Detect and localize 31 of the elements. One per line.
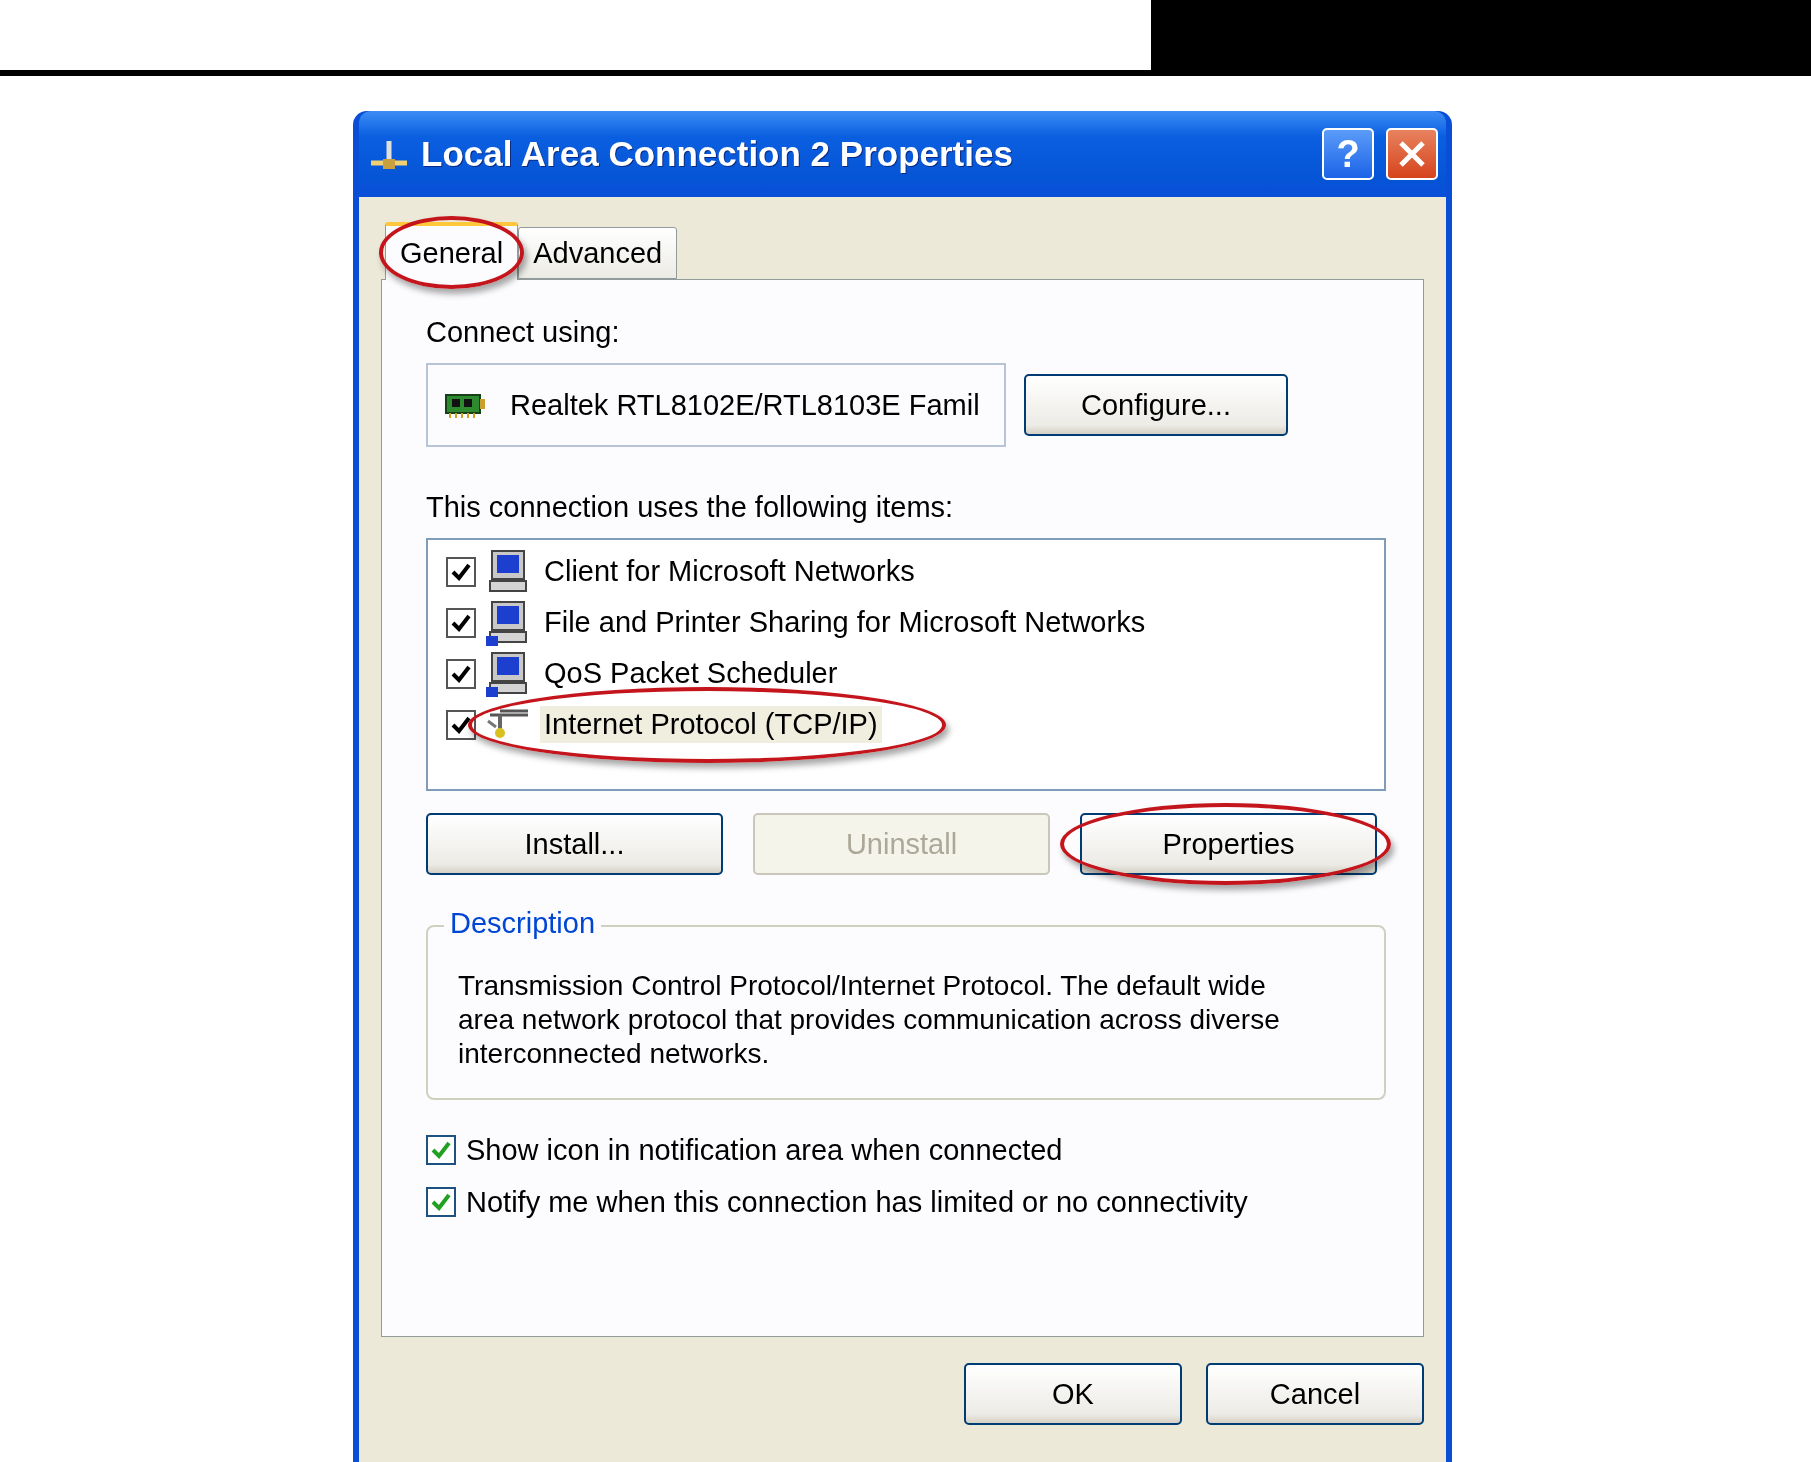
- tab[interactable]: General: [385, 222, 519, 280]
- action-button[interactable]: Install...: [426, 813, 723, 875]
- dialog-button[interactable]: Cancel: [1206, 1363, 1424, 1425]
- checkbox[interactable]: [426, 1135, 456, 1165]
- dialog-button[interactable]: OK: [964, 1363, 1182, 1425]
- computer-icon: [486, 599, 530, 646]
- items-label: This connection uses the following items:: [426, 491, 955, 524]
- tab[interactable]: Advanced: [518, 227, 678, 279]
- description-text: Transmission Control Protocol/Internet Protocol. The default wide area network protocol that provides communication across diverse interconnected networks.: [458, 969, 1281, 1071]
- computer-icon: [486, 548, 530, 595]
- list-item[interactable]: Internet Protocol (TCP/IP): [540, 706, 882, 743]
- checkbox[interactable]: [446, 658, 476, 689]
- checkbox[interactable]: [446, 556, 476, 587]
- list-item[interactable]: QoS Packet Scheduler: [540, 655, 842, 692]
- checkbox[interactable]: [426, 1187, 456, 1217]
- option-label: Show icon in notification area when connected: [466, 1133, 1063, 1167]
- network-card-icon: [444, 391, 486, 419]
- computer-icon: [486, 650, 530, 697]
- connect-using-label: Connect using:: [426, 316, 621, 349]
- list-item[interactable]: Client for Microsoft Networks: [540, 553, 919, 590]
- help-button[interactable]: ?: [1322, 128, 1374, 180]
- configure-button[interactable]: Configure...: [1024, 374, 1288, 436]
- checkbox[interactable]: [446, 607, 476, 638]
- list-item[interactable]: File and Printer Sharing for Microsoft Networks: [540, 604, 1150, 641]
- option-label: Notify me when this connection has limited or no connectivity: [466, 1185, 1248, 1219]
- close-button[interactable]: [1386, 128, 1438, 180]
- action-button[interactable]: Properties: [1080, 813, 1377, 875]
- close-icon: [1397, 139, 1427, 169]
- checkbox[interactable]: [446, 709, 476, 740]
- window-title: Local Area Connection 2 Properties: [421, 134, 1014, 174]
- adapter-field: Realtek RTL8102E/RTL8103E Famil: [426, 363, 1006, 447]
